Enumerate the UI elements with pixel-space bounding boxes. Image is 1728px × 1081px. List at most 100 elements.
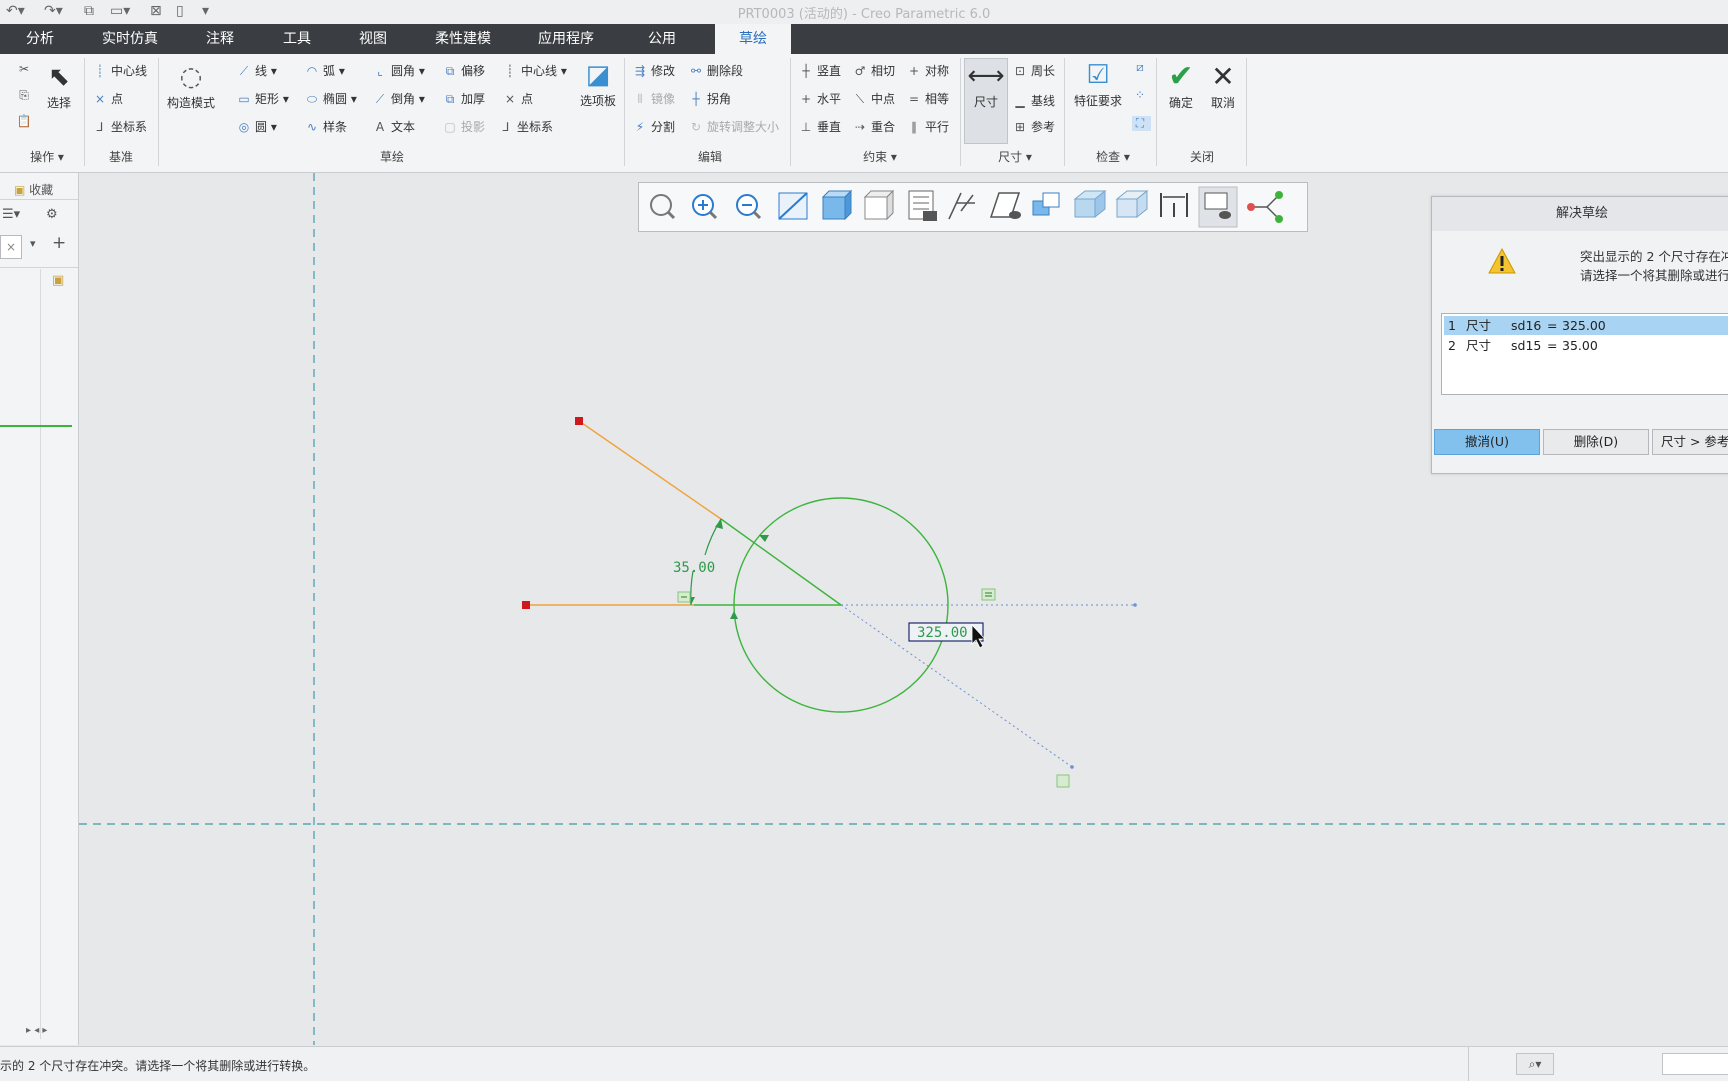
overlapping-geometry-icon[interactable]: ⧄ xyxy=(1132,60,1151,75)
cancel-button[interactable]: ✕ 取消 xyxy=(1204,60,1242,111)
tab-analysis[interactable]: 分析 xyxy=(10,24,70,54)
line-button[interactable]: ⟋ 线 ▾ xyxy=(236,62,277,79)
ellipse-button[interactable]: ⬭ 椭圆 ▾ xyxy=(304,90,357,107)
equal-constraint-button[interactable]: = 相等 xyxy=(906,90,949,107)
saved-orientations-icon[interactable] xyxy=(863,189,895,221)
sketch-line-upper[interactable] xyxy=(578,420,722,520)
select-button[interactable]: ⬉ 选择 xyxy=(42,60,76,111)
group-inspect-label[interactable]: 检查 ▾ xyxy=(1088,148,1138,165)
tree-scroll-arrows-icon[interactable]: ▸ ◂ ▸ xyxy=(26,1025,47,1036)
zoom-out-icon[interactable] xyxy=(736,194,762,220)
offset-button[interactable]: ⧉ 偏移 xyxy=(442,62,485,79)
sketch-view-icon[interactable] xyxy=(989,192,1021,219)
sketch-point-button[interactable]: × 点 xyxy=(502,90,533,107)
delete-segment-button[interactable]: ⚯ 删除段 xyxy=(688,62,743,79)
tree-settings-icon[interactable]: ⚙ xyxy=(46,207,58,222)
shade-closed-loops-icon[interactable]: ⛶ xyxy=(1132,116,1151,131)
angle-dimension-label[interactable]: 35.00 xyxy=(673,560,715,576)
sketch-line-upper-segment[interactable] xyxy=(720,518,842,606)
vertical-constraint-button[interactable]: ┼ 竖直 xyxy=(798,62,841,79)
shading-icon[interactable] xyxy=(821,189,853,221)
wireframe-icon[interactable] xyxy=(1115,189,1149,219)
sketch-centerline-button[interactable]: ┊ 中心线 ▾ xyxy=(502,62,566,79)
sketcher-display-icon[interactable] xyxy=(1247,191,1283,223)
copy-icon[interactable]: ⎘ xyxy=(16,88,35,103)
constraint-display-icon[interactable] xyxy=(1198,186,1238,228)
delete-button[interactable]: 删除(D) xyxy=(1543,429,1649,455)
rectangle-button[interactable]: ▭ 矩形 ▾ xyxy=(236,90,289,107)
fillet-button[interactable]: ⌞ 圆角 ▾ xyxy=(372,62,425,79)
list-item[interactable]: 1 尺寸 sd16 = 325.00 xyxy=(1444,316,1728,335)
construction-mode-button[interactable]: ◌ 构造模式 xyxy=(162,60,220,111)
coincident-constraint-button[interactable]: ⇢ 重合 xyxy=(852,118,895,135)
datum-display-filters-icon[interactable] xyxy=(948,192,975,220)
group-dimension-label[interactable]: 尺寸 ▾ xyxy=(990,148,1040,165)
mirror-button[interactable]: ⫴ 镜像 xyxy=(632,90,675,107)
dimension-button[interactable]: ⟷ 尺寸 xyxy=(964,58,1008,144)
circle-button[interactable]: ◎ 圆 ▾ xyxy=(236,118,277,135)
cut-icon[interactable]: ✂ xyxy=(16,62,35,76)
view-manager-icon[interactable] xyxy=(908,190,937,221)
filter-dropdown-icon[interactable]: ▾ xyxy=(30,237,36,250)
divide-button[interactable]: ⚡ 分割 xyxy=(632,118,675,135)
symmetric-constraint-button[interactable]: + 对称 xyxy=(906,62,949,79)
tab-annotate[interactable]: 注释 xyxy=(190,24,250,54)
group-constrain-label[interactable]: 约束 ▾ xyxy=(852,148,908,165)
project-button[interactable]: ▢ 投影 xyxy=(442,118,485,135)
conflict-list[interactable]: 1 尺寸 sd16 = 325.00 2 尺寸 sd15 = 35.00 xyxy=(1441,313,1728,395)
ok-button[interactable]: ✔ 确定 xyxy=(1162,60,1200,111)
midpoint-constraint-button[interactable]: ⟍ 中点 xyxy=(852,90,895,107)
equal-constraint-icon[interactable] xyxy=(981,588,996,601)
tab-tools[interactable]: 工具 xyxy=(267,24,327,54)
parallel-constraint-button[interactable]: ∥ 平行 xyxy=(906,118,949,135)
modify-button[interactable]: ⇶ 修改 xyxy=(632,62,675,79)
corner-button[interactable]: ┼ 拐角 xyxy=(688,90,731,107)
clear-search-icon[interactable]: × xyxy=(0,235,22,259)
arc-button[interactable]: ◠ 弧 ▾ xyxy=(304,62,345,79)
spline-button[interactable]: ∿ 样条 xyxy=(304,118,347,135)
text-button[interactable]: A 文本 xyxy=(372,118,415,135)
tab-sketch[interactable]: 草绘 xyxy=(715,24,791,54)
repaint-icon[interactable] xyxy=(778,192,808,220)
undo-button[interactable]: 撤消(U) xyxy=(1434,429,1540,455)
chamfer-button[interactable]: ⟋ 倒角 ▾ xyxy=(372,90,425,107)
sketch-csys-button[interactable]: ⅃ 坐标系 xyxy=(498,118,553,135)
tab-common[interactable]: 公用 xyxy=(632,24,692,54)
tab-flexible-modeling[interactable]: 柔性建模 xyxy=(425,24,501,54)
thicken-button[interactable]: ⧉ 加厚 xyxy=(442,90,485,107)
endpoint-marker[interactable] xyxy=(575,417,583,425)
tab-live-simulation[interactable]: 实时仿真 xyxy=(94,24,166,54)
tangent-constraint-button[interactable]: ♂ 相切 xyxy=(852,62,895,79)
find-icon[interactable]: ⌕▾ xyxy=(1516,1053,1554,1075)
datum-point-button[interactable]: × 点 xyxy=(92,90,123,107)
selection-filter-dropdown[interactable] xyxy=(1662,1053,1728,1075)
part-node-icon[interactable]: ▣ xyxy=(52,273,64,288)
rotate-resize-button[interactable]: ↻ 旋转调整大小 xyxy=(688,118,779,135)
datum-centerline-button[interactable]: ┊ 中心线 xyxy=(92,62,147,79)
tab-applications[interactable]: 应用程序 xyxy=(528,24,604,54)
coincident-constraint-icon[interactable] xyxy=(1056,774,1070,788)
favorites-tab[interactable]: ▣ 收藏 xyxy=(14,181,53,198)
perpendicular-constraint-button[interactable]: ⊥ 垂直 xyxy=(798,118,841,135)
paste-icon[interactable]: 📋 xyxy=(16,114,35,128)
list-item[interactable]: 2 尺寸 sd15 = 35.00 xyxy=(1444,336,1728,355)
baseline-button[interactable]: ▁ 基线 xyxy=(1012,92,1055,109)
dimension-display-icon[interactable] xyxy=(1160,193,1188,217)
add-icon[interactable]: + xyxy=(52,233,66,253)
tab-view[interactable]: 视图 xyxy=(343,24,403,54)
display-style-icon[interactable] xyxy=(1073,189,1107,219)
convert-to-reference-button[interactable]: 尺寸 > 参考 xyxy=(1652,429,1728,455)
reference-dimension-button[interactable]: ⊞ 参考 xyxy=(1012,118,1055,135)
feature-requirements-button[interactable]: ☑ 特征要求 xyxy=(1070,58,1126,109)
palette-button[interactable]: ◪ 选项板 xyxy=(576,58,620,109)
highlight-open-ends-icon[interactable]: ⁘ xyxy=(1132,88,1151,102)
group-operations-label[interactable]: 操作 ▾ xyxy=(22,148,72,165)
horizontal-constraint-button[interactable]: + 水平 xyxy=(798,90,841,107)
spin-center-icon[interactable] xyxy=(1032,192,1060,216)
tree-display-icon[interactable]: ☰▾ xyxy=(2,207,20,222)
zoom-in-icon[interactable] xyxy=(692,194,718,220)
refit-icon[interactable] xyxy=(650,194,676,220)
endpoint-marker[interactable] xyxy=(522,601,530,609)
perimeter-button[interactable]: ⊡ 周长 xyxy=(1012,62,1055,79)
angle-dimension-label-2[interactable]: 325.00 xyxy=(917,625,968,641)
